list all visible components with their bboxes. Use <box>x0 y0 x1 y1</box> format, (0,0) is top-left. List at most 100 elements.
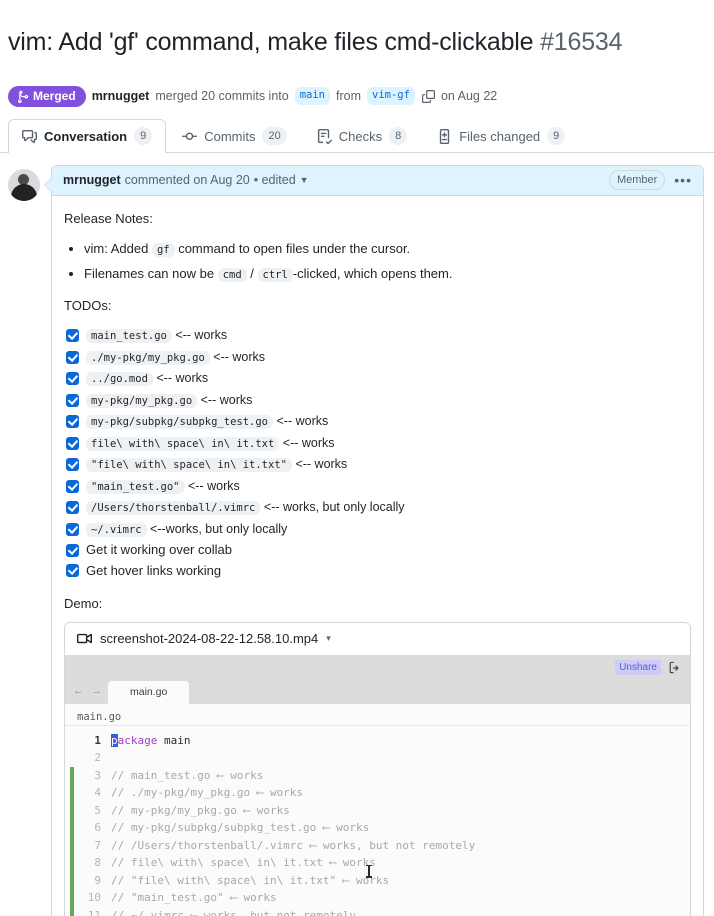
task-checkbox[interactable] <box>66 415 79 429</box>
avatar[interactable] <box>8 168 40 201</box>
tab-files-changed[interactable]: Files changed 9 <box>423 119 579 153</box>
list-item: vim: Added gf command to open files unde… <box>84 239 691 259</box>
editor-tab-bar: ← → main.go <box>65 679 690 704</box>
task-label: my-pkg/my_pkg.go <-- works <box>86 391 252 410</box>
back-arrow-icon[interactable]: ← <box>73 683 84 700</box>
pr-meta-row: Merged mrnugget merged 20 commits into m… <box>0 75 714 107</box>
tab-counter: 9 <box>547 127 566 146</box>
git-commit-icon <box>182 129 198 144</box>
bullet-text-pre: Filenames can now be <box>84 266 218 282</box>
bullet-text-mid: / <box>246 266 258 282</box>
release-notes-heading: Release Notes: <box>64 210 153 226</box>
code-text: // /Users/thorstenball/.vimrc ⟵ works, b… <box>111 838 476 852</box>
task-list-item: file\ with\ space\ in\ it.txt <-- works <box>66 434 691 453</box>
code-text: package main <box>111 732 191 750</box>
task-list-item: "main_test.go" <-- works <box>66 477 691 496</box>
task-label: Get it working over collab <box>86 542 232 558</box>
video-header[interactable]: screenshot-2024-08-22-12.58.10.mp4 ▾ <box>65 623 690 655</box>
code-lines: 1 package main 2 3// main_test.go ⟵ works 4/… <box>65 732 690 916</box>
task-checkbox[interactable] <box>66 501 79 515</box>
sign-out-icon[interactable] <box>668 661 681 674</box>
task-list-item: /Users/thorstenball/.vimrc <-- works, bu… <box>66 498 691 517</box>
copy-icon[interactable] <box>421 89 435 103</box>
player-toolbar: Unshare <box>65 654 690 680</box>
demo-heading: Demo: <box>64 595 103 611</box>
task-checkbox[interactable] <box>66 372 79 386</box>
pr-title-text: vim: Add 'gf' command, make files cmd-cl… <box>8 27 534 56</box>
merge-date: on Aug 22 <box>440 89 498 104</box>
code-editor[interactable]: 1 package main 2 3// main_test.go ⟵ works 4/… <box>65 725 690 916</box>
code-text: // main_test.go ⟵ works <box>111 768 264 782</box>
task-checkbox[interactable] <box>66 393 79 407</box>
chevron-down-icon[interactable]: ▾ <box>326 632 331 646</box>
todos-heading: TODOs: <box>64 298 112 314</box>
task-checkbox[interactable] <box>66 350 79 364</box>
task-checkbox[interactable] <box>66 436 79 450</box>
from-text: from <box>336 89 362 104</box>
code-text: // ~/.vimrc ⟵ works, but not remotely <box>111 908 357 916</box>
tab-counter: 20 <box>262 127 287 146</box>
pr-author-link[interactable]: mrnugget <box>92 89 150 103</box>
task-label: "file\ with\ space\ in\ it.txt" <-- work… <box>86 455 347 474</box>
base-branch-tag[interactable]: main <box>294 87 331 106</box>
task-label: Get hover links working <box>86 562 222 578</box>
task-list-item: "file\ with\ space\ in\ it.txt" <-- work… <box>66 455 691 474</box>
code-text: // my-pkg/subpkg/subpkg_test.go ⟵ works <box>111 821 370 835</box>
status-badge[interactable]: Merged <box>8 85 86 107</box>
status-badge-label: Merged <box>33 89 76 104</box>
inline-code-chip: "file\ with\ space\ in\ it.txt" <box>86 458 292 473</box>
code-line: 8// file\ with\ space\ in\ it.txt ⟵ work… <box>65 854 690 872</box>
comment-box: mrnugget commented on Aug 20 • edited ▼ … <box>44 164 704 916</box>
inline-code-chip: ctrl <box>257 268 293 283</box>
task-checkbox[interactable] <box>66 543 79 557</box>
pull-request-page: vim: Add 'gf' command, make files cmd-cl… <box>0 17 714 916</box>
release-notes-list: vim: Added gf command to open files unde… <box>64 239 691 284</box>
bullet-text-post: command to open files under the cursor. <box>174 240 411 256</box>
forward-arrow-icon[interactable]: → <box>91 683 102 700</box>
code-line: 10// "main_test.go" ⟵ works <box>65 889 690 907</box>
code-line: 9// "file\ with\ space\ in\ it.txt" ⟵ wo… <box>65 872 690 890</box>
unshare-button[interactable]: Unshare <box>615 659 661 675</box>
task-list-item: main_test.go <-- works <box>66 326 691 345</box>
tab-label: Commits <box>204 128 256 144</box>
comment-edited-label[interactable]: • edited <box>254 173 296 187</box>
inline-code-chip: ~/.vimrc <box>86 522 147 537</box>
code-line: 5// my-pkg/my_pkg.go ⟵ works <box>65 802 690 820</box>
tab-checks[interactable]: Checks 8 <box>303 119 421 153</box>
head-branch-tag[interactable]: vim-gf <box>367 87 415 106</box>
task-note: <-- works <box>197 392 253 407</box>
tab-commits[interactable]: Commits 20 <box>168 119 301 153</box>
breadcrumb: main.go <box>65 703 690 726</box>
line-number: 1 <box>94 733 101 747</box>
avatar-body <box>11 183 37 201</box>
tab-label: Conversation <box>44 128 128 144</box>
task-label: ../go.mod <-- works <box>86 369 208 388</box>
task-checkbox[interactable] <box>66 329 79 343</box>
task-checkbox[interactable] <box>66 564 79 578</box>
inline-code-chip: my-pkg/subpkg/subpkg_test.go <box>86 415 274 430</box>
editor-tab-main-go[interactable]: main.go <box>108 680 190 704</box>
task-checkbox[interactable] <box>66 479 79 493</box>
task-checkbox[interactable] <box>66 458 79 472</box>
tab-conversation[interactable]: Conversation 9 <box>8 118 167 153</box>
comment-discussion-icon <box>22 129 37 144</box>
task-list-item: Get hover links working <box>66 562 691 580</box>
comment-author-link[interactable]: mrnugget <box>63 173 121 187</box>
task-checkbox[interactable] <box>66 522 79 536</box>
git-merge-icon <box>16 90 29 103</box>
text-cursor-icon <box>366 864 371 878</box>
comment-body: Release Notes: vim: Added gf command to … <box>52 196 703 916</box>
task-note: <-- works <box>209 349 266 364</box>
video-filename[interactable]: screenshot-2024-08-22-12.58.10.mp4 <box>100 629 318 649</box>
tab-counter: 9 <box>134 127 153 146</box>
code-line: 1 package main <box>65 732 690 750</box>
tab-label: Files changed <box>459 128 541 144</box>
pr-number[interactable]: #16534 <box>540 28 622 56</box>
bullet-text-post: -clicked, which opens them. <box>292 266 453 282</box>
chevron-down-icon[interactable]: ▼ <box>300 175 309 185</box>
kebab-menu-icon[interactable]: ••• <box>674 173 692 187</box>
task-label: file\ with\ space\ in\ it.txt <-- works <box>86 434 335 453</box>
code-line: 7// /Users/thorstenball/.vimrc ⟵ works, … <box>65 837 690 855</box>
tab-label: Checks <box>338 128 383 144</box>
code-text: // my-pkg/my_pkg.go ⟵ works <box>111 803 290 817</box>
